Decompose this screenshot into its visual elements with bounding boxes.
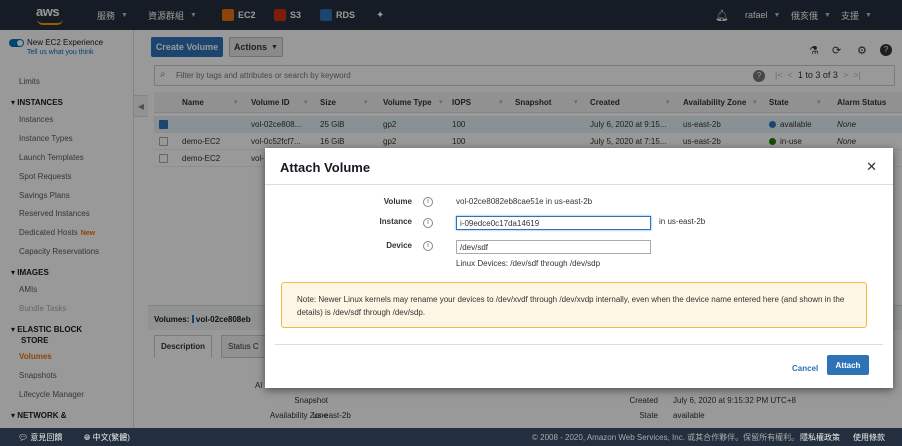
chat-icon: 💬︎ <box>18 433 29 442</box>
device-input[interactable]: /dev/sdf <box>456 240 651 254</box>
volume-label: Volume <box>383 197 412 206</box>
copyright: © 2008 - 2020, Amazon Web Services, Inc.… <box>532 433 800 442</box>
dialog-header: Attach Volume ✕ <box>265 148 893 185</box>
kernel-note: Note: Newer Linux kernels may rename you… <box>281 282 867 328</box>
close-icon[interactable]: ✕ <box>866 159 877 175</box>
info-icon[interactable]: i <box>423 218 433 228</box>
feedback-button[interactable]: 💬︎ 意見回饋 <box>18 432 62 443</box>
instance-input[interactable]: i-09edce0c17da14619 <box>456 216 651 230</box>
info-icon[interactable]: i <box>423 241 433 251</box>
terms-link[interactable]: 使用條款 <box>853 432 885 443</box>
footer: 💬︎ 意見回饋 🌐︎ 中文(繁體) © 2008 - 2020, Amazon … <box>0 428 902 446</box>
language-selector[interactable]: 🌐︎ 中文(繁體) <box>84 432 130 443</box>
dialog-footer-divider <box>275 344 883 345</box>
instance-label: Instance <box>379 217 412 226</box>
info-icon[interactable]: i <box>423 197 433 207</box>
device-label: Device <box>386 241 412 250</box>
globe-icon: 🌐︎ <box>84 433 91 442</box>
instance-az-suffix: in us-east-2b <box>659 217 706 226</box>
cancel-button[interactable]: Cancel <box>792 364 818 373</box>
privacy-link[interactable]: 隱私權政策 <box>800 432 840 443</box>
attach-volume-dialog: Attach Volume ✕ Volume i vol-02ce8082eb8… <box>265 148 893 388</box>
dialog-title: Attach Volume <box>280 160 371 175</box>
device-hint: Linux Devices: /dev/sdf through /dev/sdp <box>456 259 601 268</box>
attach-button[interactable]: Attach <box>827 355 869 375</box>
volume-value: vol-02ce8082eb8cae51e in us-east-2b <box>456 197 593 206</box>
